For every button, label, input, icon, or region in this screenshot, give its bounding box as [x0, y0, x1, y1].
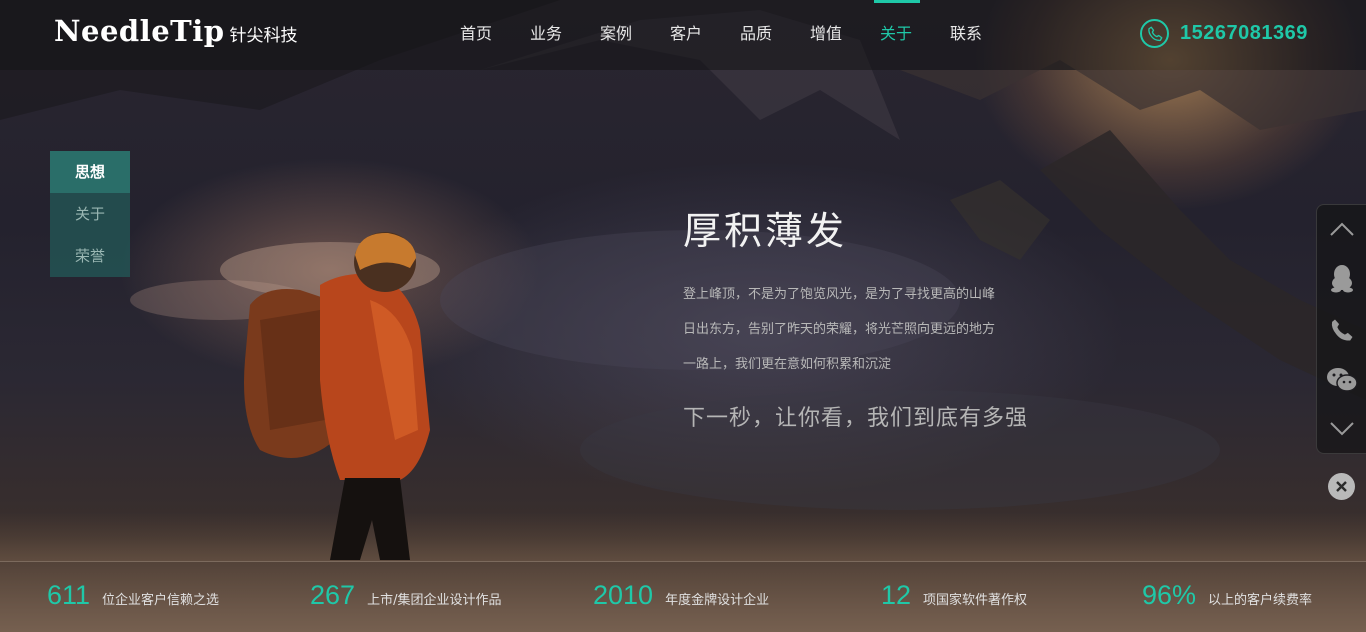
- close-icon: [1336, 481, 1347, 492]
- nav-item-business[interactable]: 业务: [511, 0, 581, 70]
- stat-item: 611 位企业客户信赖之选: [47, 580, 219, 611]
- hero-title: 厚积薄发: [683, 209, 848, 253]
- stats-bar: 611 位企业客户信赖之选 267 上市/集团企业设计作品 2010 年度金牌设…: [0, 561, 1366, 632]
- main-nav: 首页 业务 案例 客户 品质 增值 关于 联系: [441, 0, 1001, 70]
- stat-item: 12 项国家软件著作权: [881, 580, 1027, 611]
- phone-icon: [1140, 19, 1169, 48]
- side-tab-philosophy[interactable]: 思想: [50, 151, 130, 193]
- toolbar-close-button[interactable]: [1328, 473, 1355, 500]
- nav-item-home[interactable]: 首页: [441, 0, 511, 70]
- hero-content: 厚积薄发 登上峰顶，不是为了饱览风光，是为了寻找更高的山峰 日出东方，告别了昨天…: [683, 200, 1028, 432]
- hero-line: 登上峰顶，不是为了饱览风光，是为了寻找更高的山峰: [683, 287, 996, 302]
- phone-icon: [1331, 319, 1353, 341]
- chevron-up-icon: [1330, 222, 1354, 236]
- qq-icon: [1331, 265, 1353, 293]
- stat-item: 2010 年度金牌设计企业: [593, 580, 769, 611]
- stat-number: 12: [881, 580, 912, 610]
- contact-phone[interactable]: 15267081369: [1140, 19, 1308, 48]
- wechat-icon: [1327, 368, 1358, 392]
- brand-name-en: NeedleTip: [54, 14, 225, 48]
- site-header: NeedleTip 针尖科技 首页 业务 案例 客户 品质 增值 关于 联系 1…: [0, 0, 1366, 70]
- nav-item-about[interactable]: 关于: [861, 0, 931, 70]
- stat-label: 上市/集团企业设计作品: [367, 593, 502, 608]
- hero-line: 日出东方，告别了昨天的荣耀，将光芒照向更远的地方: [683, 322, 996, 337]
- stat-label: 年度金牌设计企业: [665, 593, 770, 608]
- chevron-down-icon: [1330, 422, 1354, 436]
- brand-logo[interactable]: NeedleTip 针尖科技: [54, 14, 298, 48]
- brand-name-cn: 针尖科技: [229, 26, 298, 46]
- stat-label: 项国家软件著作权: [923, 593, 1028, 608]
- stat-number: 2010: [593, 580, 654, 610]
- stat-number: 96%: [1142, 580, 1197, 610]
- qq-button[interactable]: [1317, 256, 1366, 300]
- hero-tagline: 下一秒，让你看，我们到底有多强: [683, 406, 1029, 431]
- nav-item-clients[interactable]: 客户: [651, 0, 721, 70]
- nav-item-contact[interactable]: 联系: [931, 0, 1001, 70]
- about-side-tabs: 思想 关于 荣誉: [50, 151, 130, 277]
- stat-item: 96% 以上的客户续费率: [1142, 580, 1312, 611]
- scroll-up-button[interactable]: [1317, 207, 1366, 251]
- nav-item-quality[interactable]: 品质: [721, 0, 791, 70]
- stat-label: 位企业客户信赖之选: [102, 593, 220, 608]
- scroll-down-button[interactable]: [1317, 407, 1366, 451]
- wechat-button[interactable]: [1317, 358, 1366, 402]
- nav-item-cases[interactable]: 案例: [581, 0, 651, 70]
- hero-line: 一路上，我们更在意如何积累和沉淀: [683, 357, 892, 372]
- nav-item-value-added[interactable]: 增值: [791, 0, 861, 70]
- stat-number: 267: [310, 580, 356, 610]
- floating-toolbar: [1316, 204, 1366, 454]
- phone-number: 15267081369: [1180, 22, 1308, 44]
- stat-label: 以上的客户续费率: [1208, 593, 1313, 608]
- side-tab-about[interactable]: 关于: [50, 193, 130, 235]
- stat-number: 611: [47, 580, 91, 610]
- side-tab-honors[interactable]: 荣誉: [50, 235, 130, 277]
- phone-button[interactable]: [1317, 308, 1366, 352]
- stat-item: 267 上市/集团企业设计作品: [310, 580, 501, 611]
- hero-paragraph: 登上峰顶，不是为了饱览风光，是为了寻找更高的山峰 日出东方，告别了昨天的荣耀，将…: [683, 277, 1028, 382]
